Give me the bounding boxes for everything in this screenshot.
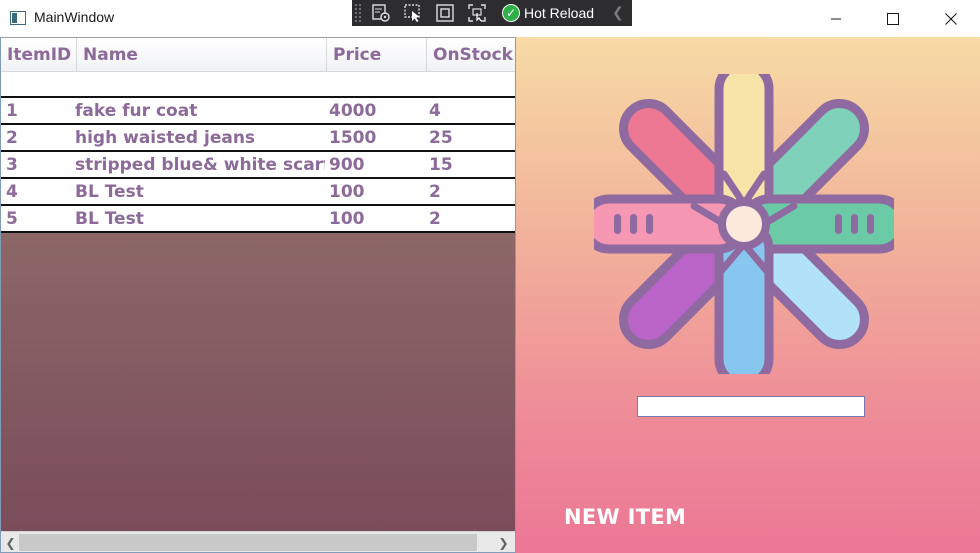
hot-reload-status-icon: ✓ xyxy=(502,4,520,22)
cell-name[interactable]: high waisted jeans xyxy=(75,125,325,150)
grid-empty-row[interactable] xyxy=(1,72,515,98)
cell-itemid[interactable]: 1 xyxy=(1,98,75,123)
cell-onstock[interactable]: 25 xyxy=(425,125,515,150)
minimize-icon xyxy=(831,18,841,19)
cell-name[interactable]: fake fur coat xyxy=(75,98,325,123)
flower-logo xyxy=(594,74,894,374)
cell-price[interactable]: 1500 xyxy=(325,125,425,150)
cell-onstock[interactable]: 4 xyxy=(425,98,515,123)
cell-price[interactable]: 100 xyxy=(325,179,425,204)
select-element-icon[interactable] xyxy=(402,2,424,24)
cell-onstock[interactable]: 15 xyxy=(425,152,515,177)
hot-reload-toolbar: ✓ Hot Reload ❮ xyxy=(352,0,632,26)
new-item-button[interactable]: NEW ITEM xyxy=(564,505,686,529)
maximize-icon xyxy=(887,12,899,25)
display-layout-adorners-icon[interactable] xyxy=(434,2,456,24)
cell-name[interactable]: stripped blue& white scarf xyxy=(75,152,325,177)
column-header-name[interactable]: Name xyxy=(77,38,327,72)
hot-reload-label[interactable]: Hot Reload xyxy=(524,5,594,21)
items-data-grid[interactable]: ItemID Name Price OnStock 1 fake fur coa… xyxy=(1,38,515,233)
maximize-button[interactable] xyxy=(864,0,922,37)
cell-price[interactable]: 100 xyxy=(325,206,425,231)
cell-name[interactable]: BL Test xyxy=(75,206,325,231)
toolbar-collapse-icon[interactable]: ❮ xyxy=(612,5,624,21)
toolbar-grip-icon[interactable] xyxy=(354,3,362,23)
new-item-input[interactable] xyxy=(637,396,865,417)
minimize-button[interactable] xyxy=(807,0,865,37)
main-window: MainWindow ✓ Hot Reload ❮ ItemID Name Pr… xyxy=(0,0,980,553)
track-focused-element-icon[interactable] xyxy=(466,2,488,24)
close-icon xyxy=(945,12,957,25)
table-row[interactable]: 2 high waisted jeans 1500 25 xyxy=(1,125,515,152)
horizontal-scrollbar[interactable]: ❮ ❯ xyxy=(1,531,515,552)
cell-itemid[interactable]: 3 xyxy=(1,152,75,177)
column-header-price[interactable]: Price xyxy=(327,38,427,72)
table-row[interactable]: 5 BL Test 100 2 xyxy=(1,206,515,233)
window-title: MainWindow xyxy=(34,9,115,25)
column-header-onstock[interactable]: OnStock xyxy=(427,38,515,72)
close-button[interactable] xyxy=(922,0,980,37)
cell-price[interactable]: 900 xyxy=(325,152,425,177)
title-bar[interactable]: MainWindow ✓ Hot Reload ❮ xyxy=(0,0,980,37)
cell-price[interactable]: 4000 xyxy=(325,98,425,123)
cell-name[interactable]: BL Test xyxy=(75,179,325,204)
cell-onstock[interactable]: 2 xyxy=(425,179,515,204)
window-app-icon xyxy=(10,11,26,25)
items-panel: ItemID Name Price OnStock 1 fake fur coa… xyxy=(0,37,516,553)
cell-itemid[interactable]: 4 xyxy=(1,179,75,204)
scroll-left-icon[interactable]: ❮ xyxy=(2,534,19,551)
cell-onstock[interactable]: 2 xyxy=(425,206,515,231)
table-row[interactable]: 3 stripped blue& white scarf 900 15 xyxy=(1,152,515,179)
live-visual-tree-icon[interactable] xyxy=(370,2,392,24)
table-row[interactable]: 1 fake fur coat 4000 4 xyxy=(1,98,515,125)
scroll-right-icon[interactable]: ❯ xyxy=(495,534,512,551)
cell-itemid[interactable]: 2 xyxy=(1,125,75,150)
table-row[interactable]: 4 BL Test 100 2 xyxy=(1,179,515,206)
grid-header: ItemID Name Price OnStock xyxy=(1,38,515,72)
scrollbar-thumb[interactable] xyxy=(19,534,477,551)
new-item-panel: NEW ITEM xyxy=(516,37,980,553)
cell-itemid[interactable]: 5 xyxy=(1,206,75,231)
column-header-itemid[interactable]: ItemID xyxy=(1,38,77,72)
